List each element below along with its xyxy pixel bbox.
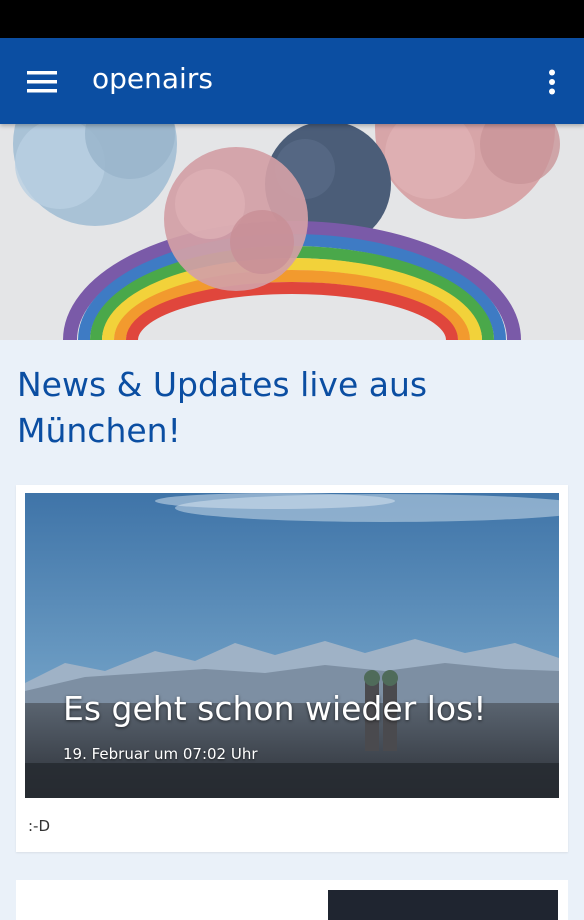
news-card-thumbnail (328, 890, 558, 920)
app-title: openairs (92, 62, 213, 95)
more-vert-icon[interactable] (536, 60, 568, 104)
pompom-pink (164, 147, 308, 291)
hamburger-menu-icon[interactable] (20, 60, 64, 104)
post-title: Es geht schon wieder los! (63, 689, 487, 728)
app-bar: openairs (0, 38, 584, 124)
news-card-partial[interactable] (16, 880, 568, 920)
news-card-image: Es geht schon wieder los! 19. Februar um… (25, 493, 559, 798)
hero-banner-image (0, 124, 584, 340)
post-date: 19. Februar um 07:02 Uhr (63, 745, 258, 763)
status-bar (0, 0, 584, 38)
news-card[interactable]: Es geht schon wieder los! 19. Februar um… (16, 485, 568, 852)
page-headline: News & Updates live aus München! (17, 365, 428, 450)
post-excerpt: :-D (28, 817, 51, 835)
